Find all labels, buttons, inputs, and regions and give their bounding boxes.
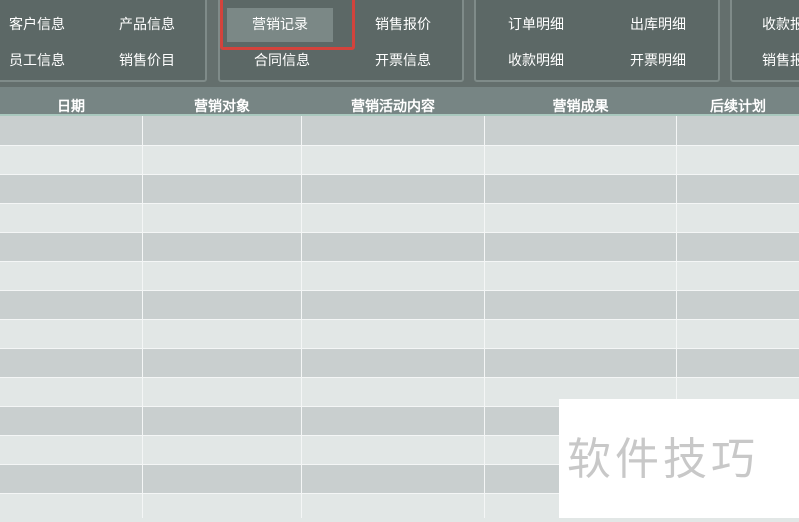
row-divider [0,232,799,233]
row-divider [0,290,799,291]
outbound-detail-button[interactable]: 出库明细 [603,8,713,42]
table-row[interactable] [0,174,799,203]
column-divider [301,116,302,518]
payment-report-button[interactable]: 收款报 [732,8,799,42]
table-row[interactable] [0,232,799,261]
table-row[interactable] [0,145,799,174]
column-header-follow-up-plan[interactable]: 后续计划 [677,87,799,114]
column-divider [142,116,143,518]
row-divider [0,145,799,146]
invoice-info-button[interactable]: 开票信息 [348,44,458,78]
row-divider [0,203,799,204]
table-row[interactable] [0,261,799,290]
customer-info-button[interactable]: 客户信息 [0,8,92,42]
row-divider [0,348,799,349]
row-divider [0,377,799,378]
table-row[interactable] [0,116,799,145]
employee-info-button[interactable]: 员工信息 [0,44,92,78]
ribbon-group-orders: 订单明细 出库明细 收款明细 开票明细 [474,0,720,82]
sales-report-button[interactable]: 销售报 [732,44,799,78]
ribbon-group-basic-info: 客户信息 产品信息 员工信息 销售价目 [0,0,207,82]
sales-quote-button[interactable]: 销售报价 [348,8,458,42]
payment-detail-button[interactable]: 收款明细 [481,44,591,78]
ribbon-toolbar: 客户信息 产品信息 员工信息 销售价目 营销记录 销售报价 合同信息 开票信息 … [0,0,799,87]
table-header: 日期 营销对象 营销活动内容 营销成果 后续计划 [0,87,799,116]
column-header-date[interactable]: 日期 [0,87,142,114]
column-header-results[interactable]: 营销成果 [485,87,676,114]
column-header-activity-content[interactable]: 营销活动内容 [302,87,484,114]
table-row[interactable] [0,319,799,348]
sales-price-list-button[interactable]: 销售价目 [92,44,202,78]
ribbon-group-reports: 收款报 销售报 [730,0,799,82]
column-header-marketing-target[interactable]: 营销对象 [143,87,301,114]
row-divider [0,261,799,262]
table-row[interactable] [0,348,799,377]
row-divider [0,174,799,175]
order-detail-button[interactable]: 订单明细 [481,8,591,42]
table-row[interactable] [0,290,799,319]
column-divider [484,116,485,518]
watermark-text: 软件技巧 [567,434,759,485]
row-divider [0,319,799,320]
product-info-button[interactable]: 产品信息 [92,8,202,42]
table-row[interactable] [0,203,799,232]
selection-highlight-box [220,0,355,50]
invoice-detail-button[interactable]: 开票明细 [603,44,713,78]
watermark: 软件技巧 [559,399,799,518]
